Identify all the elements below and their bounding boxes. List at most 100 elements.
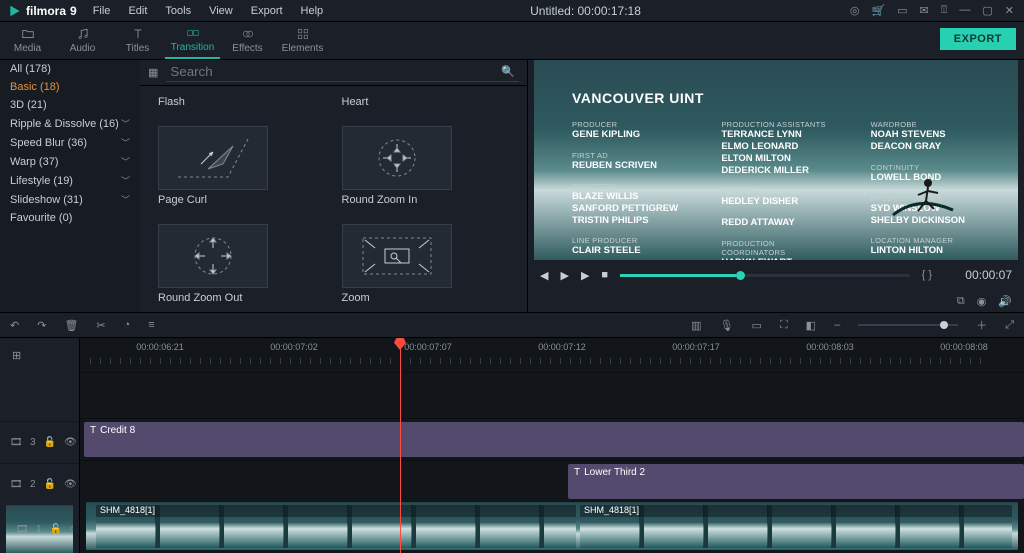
menu-tools[interactable]: Tools [157, 2, 199, 20]
category-item[interactable]: Basic (18) [0, 78, 140, 96]
eye-icon[interactable]: 👁 [70, 524, 73, 535]
thumb-page-curl-img [158, 126, 268, 190]
clip-video-b[interactable]: SHM_4818[1] [580, 505, 1012, 548]
clip-lower-third-2[interactable]: T Lower Third 2 [568, 464, 1024, 499]
menu-help[interactable]: Help [293, 2, 332, 20]
thumb-grid: Flash Heart Page Curl [140, 86, 527, 312]
zoom-out-icon[interactable]: – [834, 319, 840, 331]
eye-icon[interactable]: 👁 [64, 437, 77, 448]
browser-body: ▦ 🔍 Flash Heart [140, 60, 527, 312]
credits-title: VANCOUVER UINT [572, 90, 990, 106]
category-item[interactable]: Lifestyle (19)﹀ [0, 171, 140, 190]
snapshot-icon[interactable]: ⧉ [957, 295, 965, 308]
mail-icon[interactable]: ✉ [920, 4, 929, 17]
track-header-2[interactable]: 🎞 2 🔓 👁 [0, 463, 79, 505]
render-icon[interactable]: ▭ [752, 319, 762, 332]
clip-credit-8-label: Credit 8 [100, 425, 135, 436]
thumb-heart-label: Heart [342, 96, 510, 108]
tab-media[interactable]: Media [0, 21, 55, 59]
settings-icon[interactable]: ≡ [148, 319, 154, 331]
tab-effects[interactable]: Effects [220, 21, 275, 59]
fit-icon[interactable]: ⤢ [1005, 319, 1014, 332]
menu-view[interactable]: View [201, 2, 241, 20]
eye-icon[interactable]: 👁 [64, 479, 77, 490]
category-item[interactable]: Slideshow (31)﹀ [0, 190, 140, 209]
film-icon: 🎞 [10, 479, 22, 491]
notebook-icon[interactable]: ▭ [897, 4, 907, 17]
search-input[interactable] [166, 62, 519, 82]
account-icon[interactable]: ◎ [850, 4, 860, 17]
category-item[interactable]: Ripple & Dissolve (16)﹀ [0, 114, 140, 133]
braces-indicator[interactable]: { } [922, 269, 932, 281]
crop-icon[interactable]: ⛶ [780, 319, 788, 332]
thumb-flash[interactable]: Flash [158, 96, 326, 108]
menu-edit[interactable]: Edit [120, 2, 155, 20]
lock-icon[interactable]: 🔓 [44, 479, 56, 490]
thumb-page-curl[interactable]: Page Curl [158, 126, 326, 206]
zoom-slider[interactable] [858, 324, 958, 326]
track-header-3[interactable]: 🎞 3 🔓 👁 [0, 421, 79, 463]
title-icon: T [574, 467, 580, 478]
export-button[interactable]: EXPORT [940, 28, 1016, 50]
progress-bar[interactable] [620, 274, 910, 277]
tab-audio[interactable]: Audio [55, 21, 110, 59]
stop-button[interactable]: ■ [601, 269, 608, 281]
track-spacer [80, 372, 1024, 418]
maximize-icon[interactable]: ▢ [982, 4, 992, 17]
close-icon[interactable]: ✕ [1005, 4, 1014, 17]
grid-view-icon[interactable]: ▦ [148, 66, 158, 79]
undo-icon[interactable]: ↶ [10, 319, 19, 332]
progress-knob[interactable] [736, 271, 745, 280]
category-item[interactable]: Favourite (0) [0, 209, 140, 227]
track-header-1[interactable]: 🎞 1 🔓 👁 [6, 505, 73, 553]
cart-icon[interactable]: 🛒 [871, 4, 885, 17]
next-button[interactable]: ▶ [581, 269, 589, 282]
cut-icon[interactable]: ✂ [96, 319, 105, 332]
menu-export[interactable]: Export [243, 2, 291, 20]
thumb-heart[interactable]: Heart [342, 96, 510, 108]
minimize-icon[interactable]: — [959, 4, 970, 17]
preview-panel: VANCOUVER UINT PRODUCERGENE KIPLINGFIRST… [528, 60, 1024, 312]
zoom-in-icon[interactable]: ＋ [976, 317, 987, 333]
clip-credit-8[interactable]: T Credit 8 [84, 422, 1024, 457]
add-track-button[interactable]: ⊞ [0, 338, 79, 372]
preview-video[interactable]: VANCOUVER UINT PRODUCERGENE KIPLINGFIRST… [534, 60, 1018, 260]
mixer-icon[interactable]: ▥ [691, 319, 701, 332]
marker2-icon[interactable]: ◧ [806, 319, 816, 332]
menu-items: File Edit Tools View Export Help [85, 2, 331, 20]
voice-icon[interactable]: 🎙 [720, 319, 734, 332]
volume-icon[interactable]: 🔊 [998, 295, 1012, 308]
play-button[interactable]: ▶ [560, 269, 568, 282]
category-item[interactable]: Warp (37)﹀ [0, 152, 140, 171]
thumb-zoom[interactable]: Zoom [342, 224, 510, 304]
prev-button[interactable]: ◀ [540, 269, 548, 282]
lock-icon[interactable]: 🔓 [50, 524, 62, 535]
mic-icon[interactable]: ⍔ [941, 4, 948, 17]
redo-icon[interactable]: ↷ [37, 319, 46, 332]
playhead[interactable] [400, 338, 401, 553]
record-icon[interactable]: ◉ [977, 295, 987, 308]
track-1[interactable]: SHM_4818[1] SHM_4818[1] [86, 502, 1018, 550]
round-zoom-in-icon [367, 134, 427, 182]
category-item[interactable]: 3D (21) [0, 96, 140, 114]
marker-icon[interactable]: ◔ [124, 319, 131, 331]
category-item[interactable]: All (178) [0, 60, 140, 78]
search-icon[interactable]: 🔍 [501, 65, 515, 78]
thumb-round-zoom-in[interactable]: Round Zoom In [342, 126, 510, 206]
tab-titles[interactable]: Titles [110, 21, 165, 59]
tab-elements[interactable]: Elements [275, 21, 330, 59]
delete-icon[interactable]: 🗑 [64, 319, 78, 332]
filmora-logo-icon [8, 4, 22, 18]
lock-icon[interactable]: 🔓 [44, 437, 56, 448]
clip-video-a[interactable]: SHM_4818[1] [96, 505, 576, 548]
thumb-round-zoom-out[interactable]: Round Zoom Out [158, 224, 326, 304]
timeline-body[interactable]: 00:00:06:2100:00:07:0200:00:07:0700:00:0… [80, 338, 1024, 553]
track-2[interactable]: T Lower Third 2 [80, 460, 1024, 502]
category-item[interactable]: Speed Blur (36)﹀ [0, 133, 140, 152]
thumb-round-zoom-in-label: Round Zoom In [342, 194, 510, 206]
tab-transition[interactable]: Transition [165, 21, 220, 59]
zoom-knob[interactable] [940, 321, 948, 329]
track-3[interactable]: T Credit 8 [80, 418, 1024, 460]
menu-file[interactable]: File [85, 2, 119, 20]
timeline-ruler[interactable]: 00:00:06:2100:00:07:0200:00:07:0700:00:0… [80, 338, 1024, 372]
